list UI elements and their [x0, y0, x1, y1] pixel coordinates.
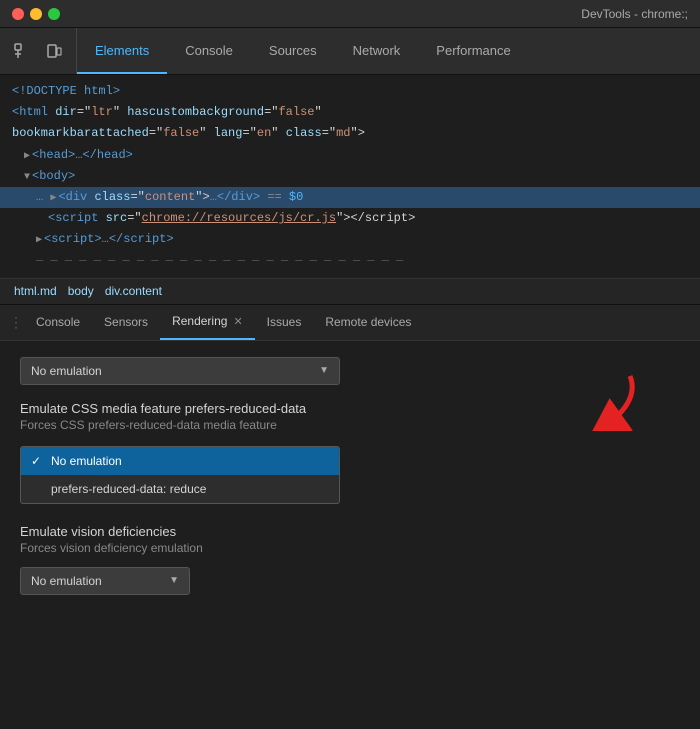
dom-line-html[interactable]: <html dir="ltr" hascustombackground="fal… [0, 102, 700, 123]
dom-line-body-open[interactable]: ▶<head>…</head> [0, 145, 700, 166]
vision-dropdown-arrow: ▼ [169, 575, 179, 586]
prefers-reduced-data-section: Emulate CSS media feature prefers-reduce… [20, 401, 680, 432]
panel-tab-console[interactable]: Console [24, 305, 92, 340]
panel-tab-remote-devices[interactable]: Remote devices [313, 305, 423, 340]
panel-tab-rendering-close[interactable]: ✕ [233, 315, 242, 328]
panel-toolbar: ⋮ Console Sensors Rendering ✕ Issues Rem… [0, 305, 700, 341]
toolbar-left-icons [0, 28, 77, 74]
dom-line-script-close[interactable]: ▶<script>…</script> [0, 229, 700, 250]
dropdown-option-no-emulation[interactable]: ✓ No emulation [21, 447, 339, 475]
tab-performance[interactable]: Performance [418, 28, 528, 74]
dom-line-bookmark: bookmarkbarattached="false" lang="en" cl… [0, 123, 700, 144]
device-toolbar-icon[interactable] [40, 37, 68, 65]
panel-tab-issues[interactable]: Issues [255, 305, 314, 340]
breadcrumb-body[interactable]: body [64, 284, 98, 298]
section2-title: Emulate vision deficiencies [20, 524, 680, 539]
vision-deficiencies-section: Emulate vision deficiencies Forces visio… [20, 524, 680, 595]
panel-tab-rendering[interactable]: Rendering ✕ [160, 305, 255, 340]
tab-elements[interactable]: Elements [77, 28, 167, 74]
dropdown-option-prefers-reduced[interactable]: prefers-reduced-data: reduce [21, 475, 339, 503]
minimize-button[interactable] [30, 8, 42, 20]
tab-sources[interactable]: Sources [251, 28, 335, 74]
traffic-lights [12, 8, 60, 20]
breadcrumb-html[interactable]: html.md [10, 284, 61, 298]
dom-line-div-content[interactable]: … ▶<div class="content">…</div> == $0 [0, 187, 700, 208]
panel-tab-sensors[interactable]: Sensors [92, 305, 160, 340]
breadcrumb-div[interactable]: div.content [101, 284, 166, 298]
vision-dropdown[interactable]: No emulation ▼ [20, 567, 190, 595]
check-icon-empty [31, 482, 47, 496]
tab-network[interactable]: Network [335, 28, 419, 74]
inspect-icon[interactable] [8, 37, 36, 65]
maximize-button[interactable] [48, 8, 60, 20]
tab-console[interactable]: Console [167, 28, 251, 74]
check-icon: ✓ [31, 454, 47, 468]
close-button[interactable] [12, 8, 24, 20]
title-bar: DevTools - chrome:; [0, 0, 700, 28]
section2-subtitle: Forces vision deficiency emulation [20, 541, 680, 555]
section1-title: Emulate CSS media feature prefers-reduce… [20, 401, 680, 416]
devtools-toolbar: Elements Console Sources Network Perform… [0, 28, 700, 75]
dom-viewer: <!DOCTYPE html> <html dir="ltr" hascusto… [0, 75, 700, 279]
emulation-dropdown-1[interactable]: No emulation ▼ [20, 357, 340, 385]
dom-line-partial: ─ ─ ─ ─ ─ ─ ─ ─ ─ ─ ─ ─ ─ ─ ─ ─ ─ ─ ─ ─ … [0, 251, 700, 272]
dom-line-doctype: <!DOCTYPE html> [0, 81, 700, 102]
rendering-panel: No emulation ▼ Emulate CSS media feature… [0, 341, 700, 611]
dom-line-body-tag[interactable]: ▼<body> [0, 166, 700, 187]
breadcrumb: html.md body div.content [0, 279, 700, 305]
window-title: DevTools - chrome:; [581, 7, 688, 21]
emulation-dropdown-list: ✓ No emulation prefers-reduced-data: red… [20, 446, 340, 504]
dropdown-arrow-1: ▼ [319, 365, 329, 376]
panel-drag-handle[interactable]: ⋮ [8, 305, 24, 340]
dom-line-script-cr: <script src="chrome://resources/js/cr.js… [0, 208, 700, 229]
toolbar-tabs: Elements Console Sources Network Perform… [77, 28, 700, 74]
emulation-dropdown-1-container: No emulation ▼ [20, 357, 680, 385]
section1-subtitle: Forces CSS prefers-reduced-data media fe… [20, 418, 680, 432]
